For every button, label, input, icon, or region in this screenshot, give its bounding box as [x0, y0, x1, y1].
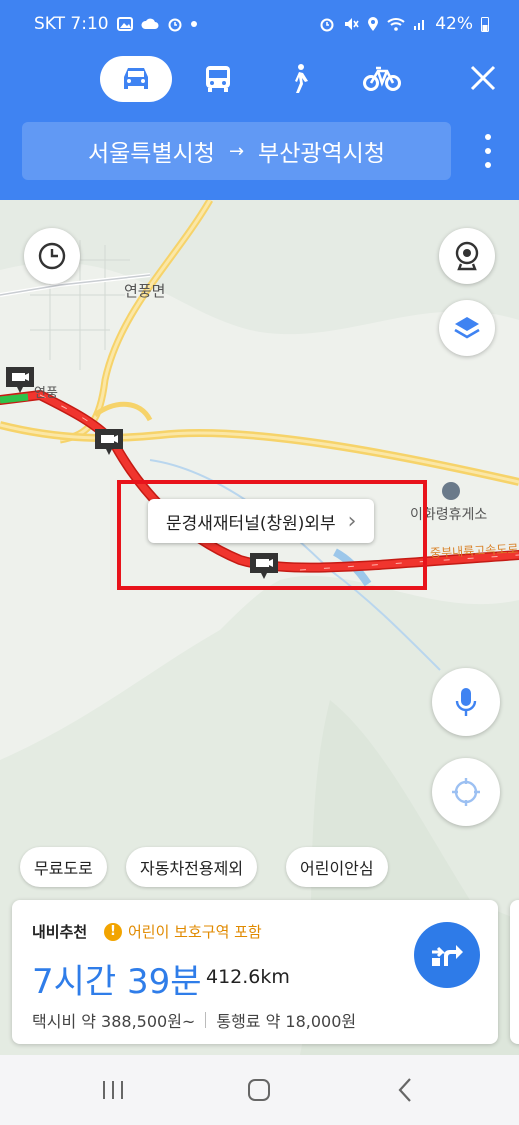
carrier-time: SKT 7:10: [34, 14, 109, 34]
map-view[interactable]: 연풍면 연풍 이화령휴게소 중부내륙고속도로 문경새재터널(창원)외부 › 무료…: [0, 200, 519, 1055]
more-dot: [485, 162, 491, 168]
back-button[interactable]: [385, 1075, 425, 1105]
town-label: 연풍면: [124, 282, 166, 300]
travel-distance: 412.6km: [206, 966, 290, 988]
cctv-toggle-button[interactable]: [439, 228, 495, 284]
fare-info: 택시비 약 388,500원~ 통행료 약 18,000원: [32, 1008, 356, 1032]
alarm-icon: [168, 18, 182, 32]
cctv-camera-icon: [455, 241, 479, 271]
walk-icon: [295, 64, 308, 93]
next-route-card[interactable]: [510, 900, 519, 1044]
more-dot: [485, 148, 491, 154]
bus-mode-tab[interactable]: [182, 56, 254, 102]
location-icon: [368, 17, 379, 31]
cctv-marker-icon[interactable]: [93, 427, 125, 457]
recommend-label: 내비추천: [32, 923, 88, 941]
cloud-icon: [141, 18, 159, 29]
more-menu-button[interactable]: [483, 134, 493, 168]
mute-icon: [345, 18, 359, 30]
layers-icon: [454, 317, 480, 339]
restaurant-icon: [442, 482, 460, 500]
navigation-start-icon: [432, 945, 463, 966]
filter-exclude-expressway[interactable]: 자동차전용제외: [126, 847, 258, 887]
status-bar: SKT 7:10 42%: [0, 0, 519, 48]
battery-percent: 42%: [435, 14, 473, 34]
bus-icon: [206, 66, 230, 92]
recent-apps-icon: [103, 1081, 123, 1099]
departure-time-button[interactable]: [24, 228, 80, 284]
bike-icon: [363, 66, 401, 91]
map-layers-button[interactable]: [439, 300, 495, 356]
home-button[interactable]: [239, 1075, 279, 1105]
car-icon: [124, 68, 148, 89]
battery-icon: [481, 17, 489, 32]
warning-text: 어린이 보호구역 포함: [128, 923, 262, 941]
filter-free-road[interactable]: 무료도로: [20, 847, 107, 887]
route-arrow: →: [228, 140, 245, 162]
more-dot: [485, 134, 491, 140]
system-nav-bar: [0, 1055, 519, 1125]
microphone-icon: [455, 688, 477, 716]
travel-time: 7시간 39분: [32, 962, 202, 1002]
warning-badge: ! 어린이 보호구역 포함: [104, 921, 262, 942]
recent-apps-button[interactable]: [93, 1075, 133, 1105]
taxi-fare: 택시비 약 388,500원~: [32, 1012, 196, 1031]
route-header: 서울특별시청 → 부산광역시청: [0, 48, 519, 200]
back-icon: [398, 1078, 411, 1102]
car-mode-tab[interactable]: [100, 56, 172, 102]
crosshair-icon: [452, 778, 480, 806]
divider: [205, 1012, 207, 1028]
home-icon: [248, 1079, 270, 1101]
clock-icon: [38, 242, 66, 270]
small-town-label: 연풍: [34, 386, 58, 401]
filter-child-safe[interactable]: 어린이안심: [286, 847, 388, 887]
warning-icon: !: [104, 922, 122, 941]
route-card[interactable]: 내비추천 ! 어린이 보호구역 포함 7시간 39분 412.6km 택시비 약…: [12, 900, 498, 1044]
walk-mode-tab[interactable]: [263, 56, 335, 102]
close-button[interactable]: [467, 62, 499, 94]
close-icon: [470, 65, 496, 91]
highlight-box: [117, 480, 427, 590]
dot-icon: [190, 21, 197, 27]
start-navigation-button[interactable]: [414, 922, 480, 988]
wifi-icon: [387, 18, 405, 31]
destination-label: 부산광역시청: [258, 141, 386, 167]
cctv-marker-icon[interactable]: [4, 365, 36, 395]
route-summary-field[interactable]: 서울특별시청 → 부산광역시청: [22, 122, 451, 180]
voice-search-button[interactable]: [432, 668, 500, 736]
bike-mode-tab[interactable]: [346, 56, 418, 102]
current-location-button[interactable]: [432, 758, 500, 826]
alarm-icon: [320, 18, 334, 32]
origin-label: 서울특별시청: [87, 141, 215, 167]
signal-icon: [414, 20, 425, 30]
toll-fare: 통행료 약 18,000원: [216, 1012, 357, 1031]
gallery-icon: [116, 17, 133, 31]
